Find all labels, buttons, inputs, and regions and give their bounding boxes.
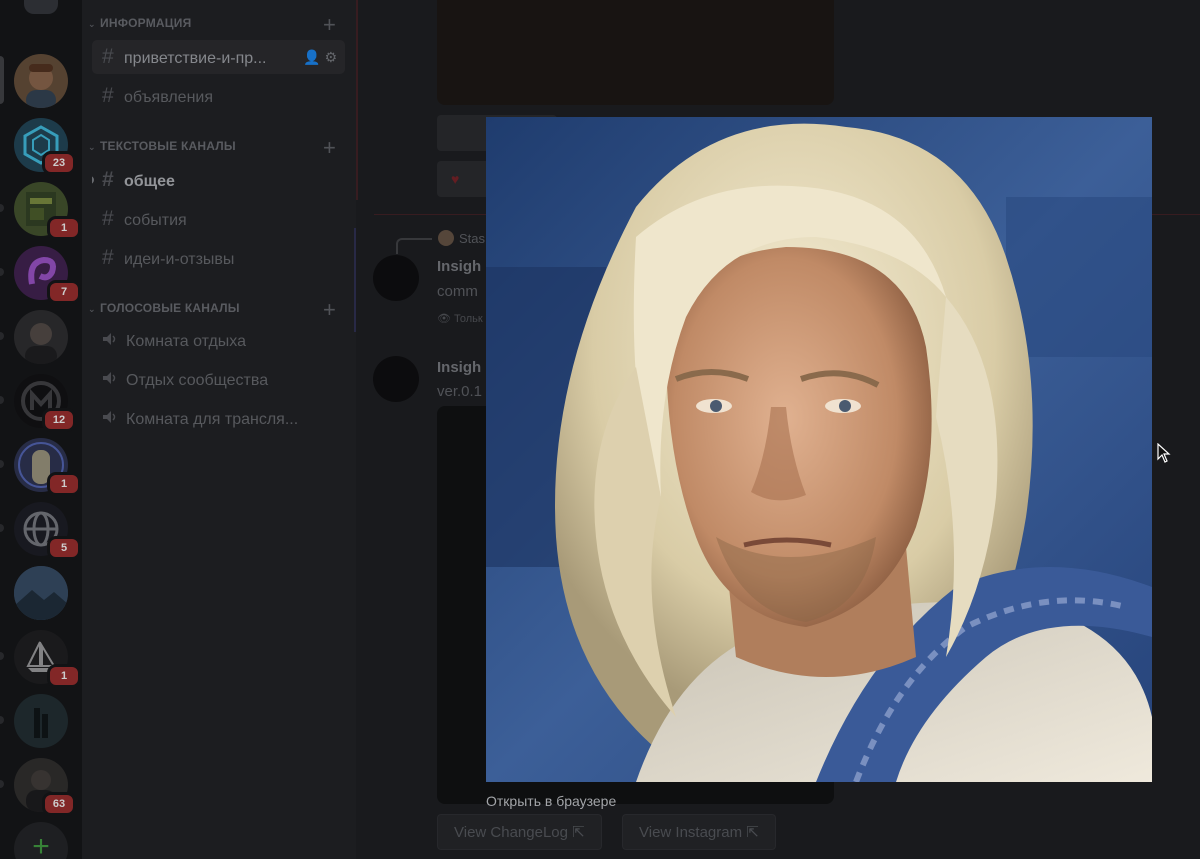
- portrait-image: [486, 117, 1152, 782]
- image-preview[interactable]: [486, 117, 1152, 782]
- open-in-browser-link[interactable]: Открыть в браузере: [486, 793, 616, 809]
- mouse-cursor-icon: [1157, 443, 1171, 463]
- discord-window: 23 1 7 12 1 5 1 63 + ⌄ ИНФОРМАЦИЯ + # пр…: [0, 0, 1200, 859]
